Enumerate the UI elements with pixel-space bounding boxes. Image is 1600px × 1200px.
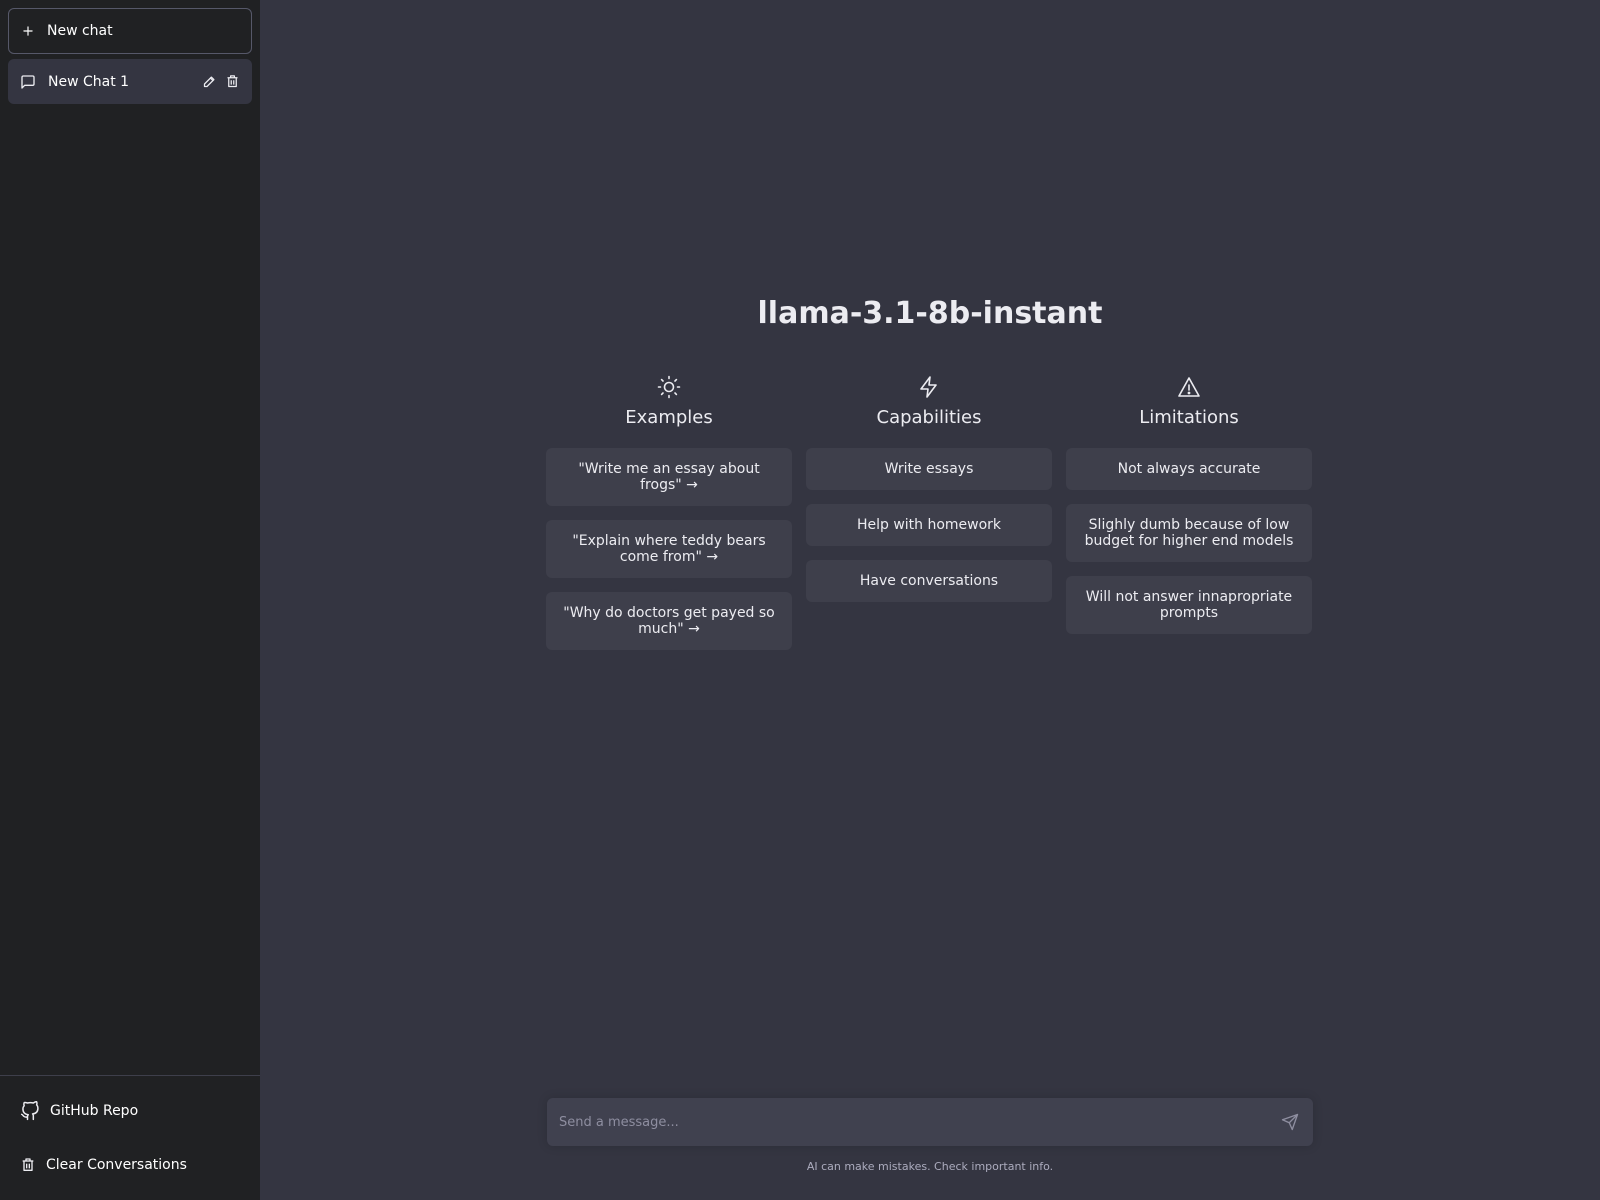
- warning-icon: [1177, 374, 1201, 400]
- new-chat-label: New chat: [47, 23, 113, 39]
- sidebar: New chat New Chat 1 GitHub Repo Clear Co…: [0, 0, 260, 1200]
- capability-card: Help with homework: [806, 504, 1052, 546]
- limitation-card: Slighly dumb because of low budget for h…: [1066, 504, 1312, 562]
- example-prompt-card[interactable]: "Why do doctors get payed so much" →: [546, 592, 792, 650]
- column-title: Limitations: [1139, 407, 1239, 428]
- message-input[interactable]: [559, 1114, 1281, 1130]
- edit-icon[interactable]: [202, 74, 217, 89]
- github-repo-link[interactable]: GitHub Repo: [12, 1084, 248, 1138]
- message-input-box: [547, 1098, 1313, 1146]
- capability-card: Have conversations: [806, 560, 1052, 602]
- limitations-column: Limitations Not always accurate Slighly …: [1066, 374, 1312, 650]
- intro-columns: Examples "Write me an essay about frogs"…: [546, 374, 1314, 650]
- column-title: Examples: [625, 407, 713, 428]
- limitation-card: Not always accurate: [1066, 448, 1312, 490]
- sidebar-chat-item[interactable]: New Chat 1: [8, 59, 252, 104]
- send-icon[interactable]: [1281, 1113, 1299, 1131]
- plus-icon: [21, 24, 35, 38]
- clear-conversations-button[interactable]: Clear Conversations: [12, 1138, 248, 1192]
- example-prompt-card[interactable]: "Write me an essay about frogs" →: [546, 448, 792, 506]
- github-repo-label: GitHub Repo: [50, 1103, 139, 1119]
- message-icon: [20, 74, 36, 90]
- model-title: llama-3.1-8b-instant: [757, 296, 1103, 331]
- clear-conversations-label: Clear Conversations: [46, 1157, 187, 1173]
- chat-item-label: New Chat 1: [48, 73, 130, 90]
- example-prompt-card[interactable]: "Explain where teddy bears come from" →: [546, 520, 792, 578]
- github-icon: [20, 1101, 40, 1121]
- column-title: Capabilities: [876, 407, 982, 428]
- sidebar-footer: GitHub Repo Clear Conversations: [0, 1075, 260, 1200]
- capabilities-column: Capabilities Write essays Help with home…: [806, 374, 1052, 650]
- sun-icon: [657, 374, 681, 400]
- main-panel: llama-3.1-8b-instant Examples "Write me …: [260, 0, 1600, 1200]
- capability-card: Write essays: [806, 448, 1052, 490]
- trash-icon: [20, 1157, 36, 1173]
- limitation-card: Will not answer innapropriate prompts: [1066, 576, 1312, 634]
- lightning-icon: [917, 374, 941, 400]
- new-chat-button[interactable]: New chat: [8, 8, 252, 54]
- examples-column: Examples "Write me an essay about frogs"…: [546, 374, 792, 650]
- trash-icon[interactable]: [225, 74, 240, 89]
- disclaimer-text: AI can make mistakes. Check important in…: [806, 1160, 1054, 1173]
